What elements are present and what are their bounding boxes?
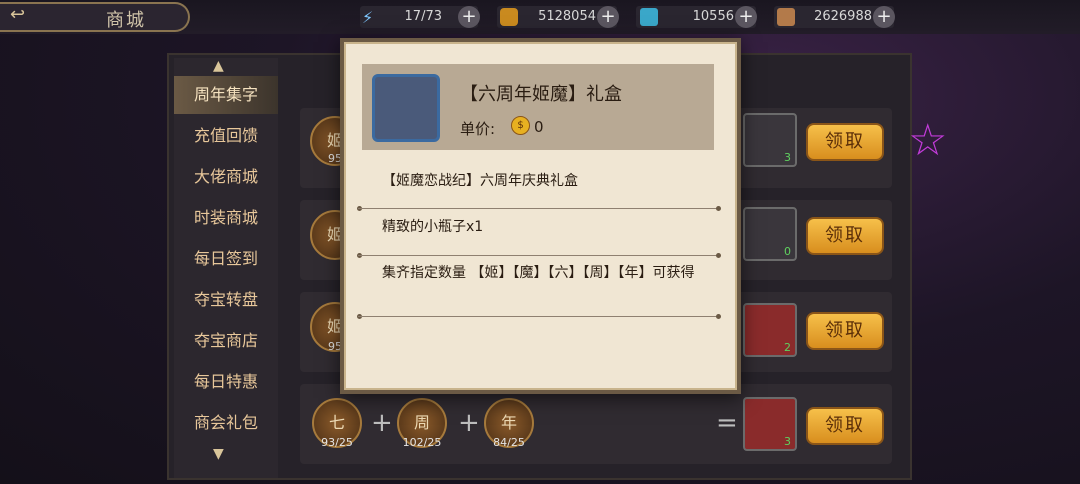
page-title: 商城 (106, 10, 146, 31)
price-label: 单价: (460, 120, 496, 138)
add-gold-button[interactable]: + (597, 6, 619, 28)
claim-button[interactable]: 领取 (806, 123, 884, 161)
plus-icon: + (458, 408, 480, 438)
add-gem-button[interactable]: + (873, 6, 895, 28)
add-energy-button[interactable]: + (458, 6, 480, 28)
gold-coin-icon (500, 8, 518, 26)
energy-value: 17/73 (404, 9, 442, 24)
gift-bag-icon (372, 74, 440, 142)
price-value: 0 (534, 118, 544, 136)
sidebar-item-daily-deal[interactable]: 每日特惠 (174, 363, 278, 401)
divider (358, 255, 720, 256)
ticket-icon (640, 8, 658, 26)
plus-icon: + (371, 408, 393, 438)
equals-icon: = (716, 408, 738, 438)
item-title: 【六周年姬魔】礼盒 (460, 84, 622, 105)
claim-button[interactable]: 领取 (806, 217, 884, 255)
coin-count: 102/25 (402, 436, 442, 449)
sidebar-item-wheel[interactable]: 夺宝转盘 (174, 281, 278, 319)
item-contents: 精致的小瓶子x1 (382, 219, 484, 235)
gold-value: 5128054 (538, 9, 596, 24)
lightning-icon: ⚡ (362, 8, 374, 27)
item-description: 【姬魔恋战纪】六周年庆典礼盒 (382, 173, 578, 189)
item-obtain-info: 集齐指定数量 【姬】【魔】【六】【周】【年】可获得 (382, 265, 695, 281)
divider-dot (716, 206, 721, 211)
gem-value: 2626988 (814, 9, 872, 24)
divider (358, 208, 720, 209)
divider-dot (716, 253, 721, 258)
divider-dot (716, 314, 721, 319)
star-icon: ☆ (908, 115, 948, 166)
scroll-down-icon[interactable]: ▼ (213, 446, 224, 462)
claim-button[interactable]: 领取 (806, 407, 884, 445)
reward-count: 0 (784, 245, 791, 258)
ticket-value: 10556 (692, 9, 734, 24)
gem-icon (777, 8, 795, 26)
sidebar-item-vip-shop[interactable]: 大佬商城 (174, 158, 278, 196)
sidebar-item-recharge[interactable]: 充值回馈 (174, 117, 278, 155)
reward-count: 3 (784, 435, 791, 448)
claim-button[interactable]: 领取 (806, 312, 884, 350)
sidebar-item-fashion[interactable]: 时装商城 (174, 199, 278, 237)
divider (358, 316, 720, 317)
sidebar-item-treasure-shop[interactable]: 夺宝商店 (174, 322, 278, 360)
reward-count: 3 (784, 151, 791, 164)
scroll-up-icon[interactable]: ▲ (213, 58, 224, 74)
coin-count: 93/25 (321, 436, 353, 449)
coin-count: 84/25 (493, 436, 525, 449)
sidebar-item-signin[interactable]: 每日签到 (174, 240, 278, 278)
sidebar-item-anniversary[interactable]: 周年集字 (174, 76, 278, 114)
back-arrow-icon: ↩ (10, 4, 26, 25)
gold-coin-icon: $ (511, 116, 530, 135)
add-ticket-button[interactable]: + (735, 6, 757, 28)
back-button[interactable] (0, 2, 190, 32)
reward-count: 2 (784, 341, 791, 354)
sidebar-item-guild-pack[interactable]: 商会礼包 (174, 404, 278, 442)
